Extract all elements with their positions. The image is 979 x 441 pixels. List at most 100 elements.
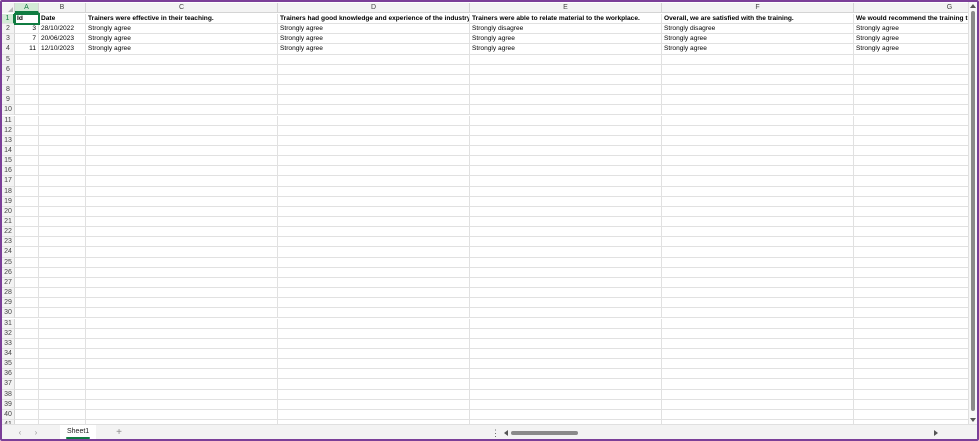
cell-g35[interactable]: [854, 359, 968, 370]
cell-d20[interactable]: [278, 206, 470, 217]
cell-a5[interactable]: [15, 54, 39, 65]
row-header-27[interactable]: 27: [2, 277, 15, 289]
row-header-22[interactable]: 22: [2, 227, 15, 238]
cell-a17[interactable]: [15, 176, 39, 187]
cell-e3[interactable]: Strongly agree: [470, 34, 662, 45]
cell-a15[interactable]: [15, 156, 39, 167]
cell-a33[interactable]: [15, 338, 39, 349]
cell-c33[interactable]: [86, 338, 278, 349]
cell-f3[interactable]: Strongly agree: [662, 34, 854, 45]
cell-f13[interactable]: [662, 135, 854, 146]
cell-d27[interactable]: [278, 277, 470, 289]
cell-b3[interactable]: 20/06/2023: [39, 34, 86, 45]
cell-e19[interactable]: [470, 196, 662, 207]
cell-f17[interactable]: [662, 176, 854, 187]
cell-d15[interactable]: [278, 156, 470, 167]
cell-e26[interactable]: [470, 267, 662, 278]
cell-d26[interactable]: [278, 267, 470, 278]
cell-g21[interactable]: [854, 217, 968, 228]
cell-g7[interactable]: [854, 75, 968, 86]
cell-g39[interactable]: [854, 400, 968, 410]
row-header-1[interactable]: 1: [2, 14, 15, 25]
row-header-2[interactable]: 2: [2, 24, 15, 35]
column-header-g[interactable]: G: [854, 3, 968, 13]
cell-e9[interactable]: [470, 95, 662, 106]
cell-c29[interactable]: [86, 298, 278, 309]
cell-g41[interactable]: [854, 420, 968, 424]
cell-e21[interactable]: [470, 217, 662, 228]
cell-g23[interactable]: [854, 237, 968, 248]
cell-f31[interactable]: [662, 318, 854, 329]
cell-e31[interactable]: [470, 318, 662, 329]
cell-e16[interactable]: [470, 166, 662, 177]
cell-b22[interactable]: [39, 227, 86, 238]
sheet-tab-sheet1[interactable]: Sheet1: [60, 425, 97, 439]
cell-f23[interactable]: [662, 237, 854, 248]
cell-a3[interactable]: 7: [15, 34, 39, 45]
cell-a27[interactable]: [15, 277, 39, 289]
cell-d14[interactable]: [278, 145, 470, 157]
cell-e29[interactable]: [470, 298, 662, 309]
row-header-35[interactable]: 35: [2, 359, 15, 370]
row-header-11[interactable]: 11: [2, 115, 15, 126]
cell-c7[interactable]: [86, 74, 278, 86]
cell-f9[interactable]: [662, 95, 854, 106]
cell-f30[interactable]: [662, 308, 854, 319]
row-header-20[interactable]: 20: [2, 206, 15, 217]
cell-b23[interactable]: [39, 237, 86, 248]
cell-g4[interactable]: Strongly agree: [854, 44, 968, 55]
cell-c27[interactable]: [86, 277, 278, 289]
cell-f24[interactable]: [662, 247, 854, 258]
cell-a16[interactable]: [15, 166, 39, 177]
cell-d12[interactable]: [278, 125, 470, 136]
cell-b7[interactable]: [39, 74, 86, 86]
row-header-32[interactable]: 32: [2, 328, 15, 339]
cell-d5[interactable]: [278, 54, 470, 65]
cell-d32[interactable]: [278, 328, 470, 339]
cell-f12[interactable]: [662, 125, 854, 136]
cell-d33[interactable]: [278, 338, 470, 349]
cell-b13[interactable]: [39, 135, 86, 146]
cell-g25[interactable]: [854, 258, 968, 268]
row-header-34[interactable]: 34: [2, 348, 15, 360]
cell-c32[interactable]: [86, 328, 278, 339]
cell-d40[interactable]: [278, 409, 470, 420]
cell-d8[interactable]: [278, 85, 470, 96]
cell-d24[interactable]: [278, 247, 470, 258]
cell-e27[interactable]: [470, 277, 662, 289]
cell-d38[interactable]: [278, 389, 470, 400]
cell-g38[interactable]: [854, 390, 968, 400]
cell-a13[interactable]: [15, 135, 39, 146]
cell-f38[interactable]: [662, 389, 854, 400]
cell-e38[interactable]: [470, 389, 662, 400]
cell-d21[interactable]: [278, 217, 470, 228]
cell-a2[interactable]: 3: [15, 24, 39, 35]
cell-d19[interactable]: [278, 196, 470, 207]
scroll-right-icon[interactable]: [934, 430, 938, 436]
cell-c18[interactable]: [86, 186, 278, 197]
cell-a11[interactable]: [15, 115, 39, 126]
cell-c21[interactable]: [86, 217, 278, 228]
cell-b9[interactable]: [39, 95, 86, 106]
vertical-scrollbar[interactable]: [968, 2, 977, 424]
cell-d3[interactable]: Strongly agree: [278, 34, 470, 45]
row-header-33[interactable]: 33: [2, 338, 15, 349]
row-header-24[interactable]: 24: [2, 247, 15, 258]
cell-d7[interactable]: [278, 74, 470, 86]
cell-e37[interactable]: [470, 379, 662, 390]
cell-b37[interactable]: [39, 379, 86, 390]
row-header-23[interactable]: 23: [2, 237, 15, 248]
cell-c34[interactable]: [86, 348, 278, 360]
cell-g24[interactable]: [854, 247, 968, 258]
cell-b17[interactable]: [39, 176, 86, 187]
cell-d36[interactable]: [278, 369, 470, 380]
row-header-8[interactable]: 8: [2, 85, 15, 96]
cell-e5[interactable]: [470, 54, 662, 65]
row-header-7[interactable]: 7: [2, 74, 15, 86]
cell-a8[interactable]: [15, 85, 39, 96]
cell-f35[interactable]: [662, 359, 854, 370]
cell-e36[interactable]: [470, 369, 662, 380]
cell-b4[interactable]: 12/10/2023: [39, 44, 86, 55]
cell-d11[interactable]: [278, 115, 470, 126]
row-header-9[interactable]: 9: [2, 95, 15, 106]
